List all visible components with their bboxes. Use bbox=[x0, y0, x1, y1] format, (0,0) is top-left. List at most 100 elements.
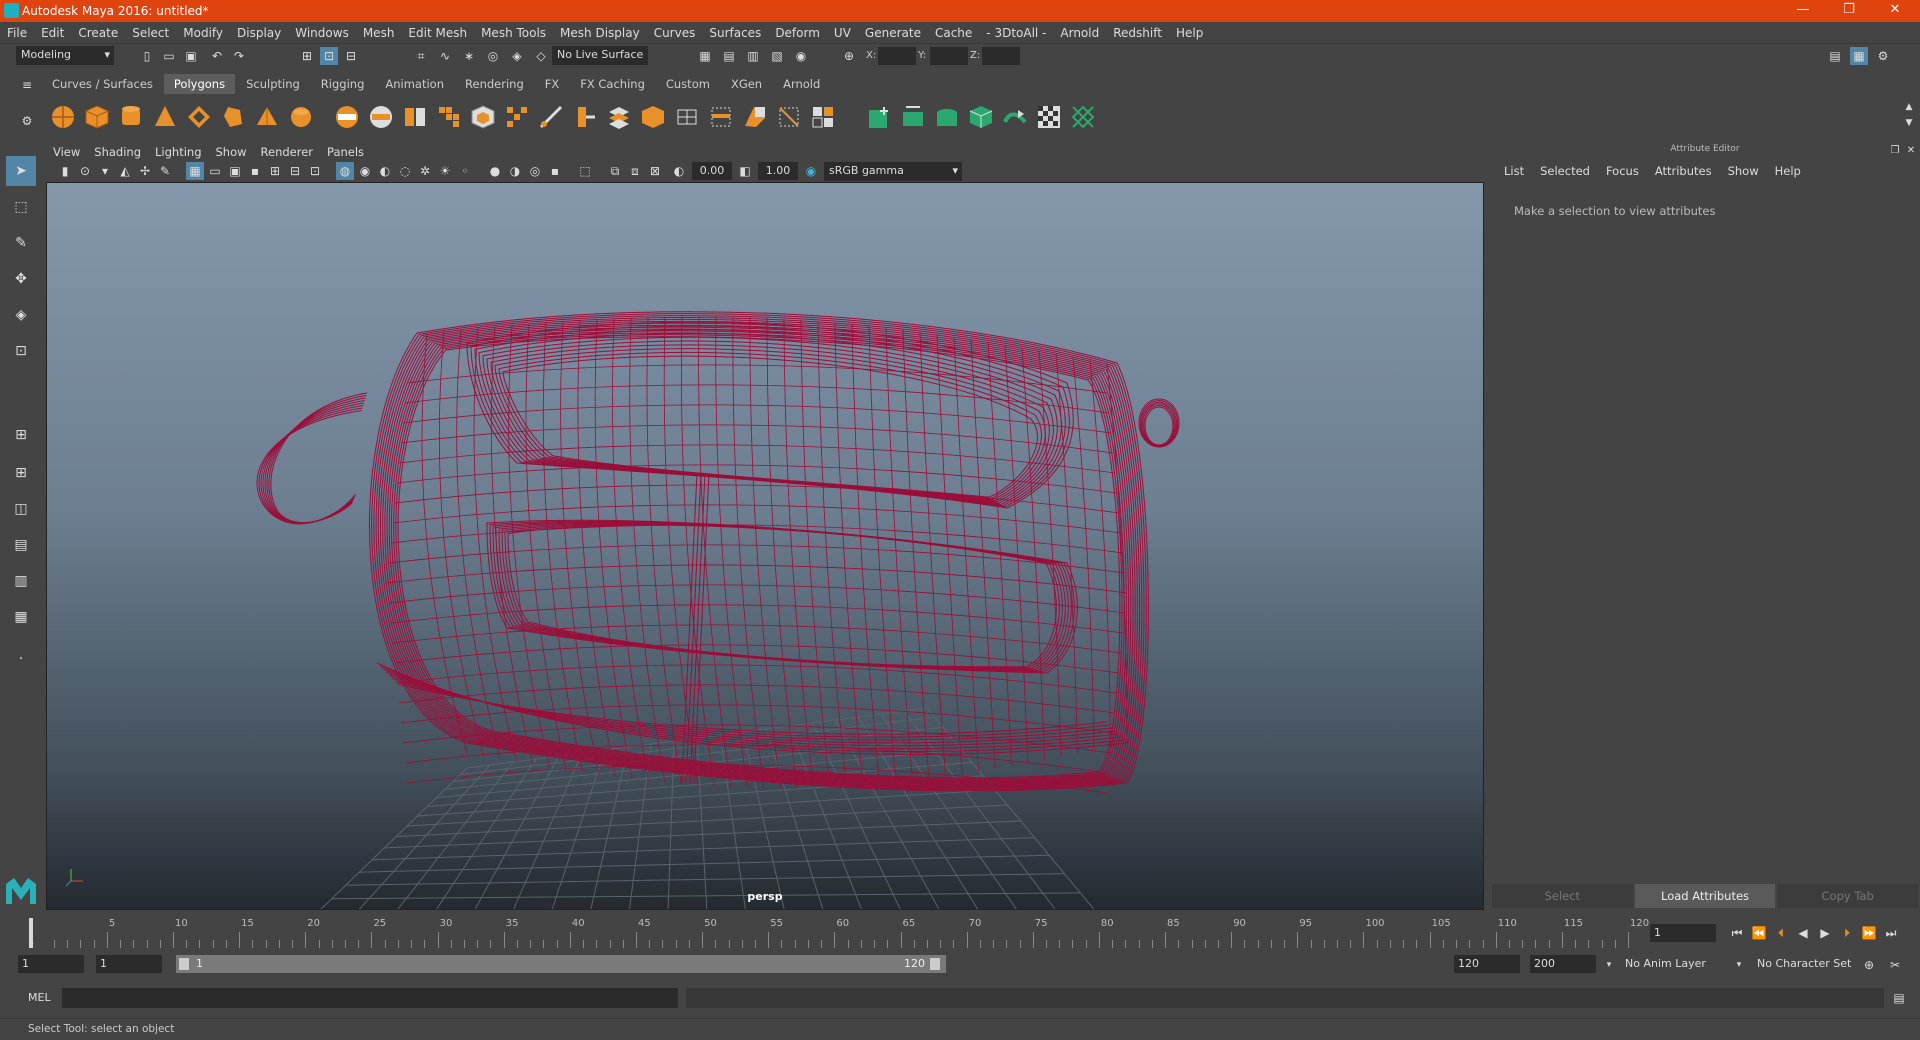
ae-menu-selected[interactable]: Selected bbox=[1532, 164, 1598, 178]
safe-action-icon[interactable]: ⊟ bbox=[286, 162, 304, 180]
poly-cylinder-icon[interactable] bbox=[118, 104, 144, 130]
film-gate-icon[interactable]: ▭ bbox=[206, 162, 224, 180]
anim-prefs-icon[interactable]: ✂ bbox=[1886, 956, 1904, 974]
save-scene-icon[interactable]: ▣ bbox=[182, 47, 200, 65]
current-frame-field[interactable]: 1 bbox=[1650, 924, 1716, 942]
lasso-tool-icon[interactable]: ⬚ bbox=[6, 192, 36, 222]
booleans-icon[interactable] bbox=[742, 104, 768, 130]
range-slider[interactable]: 1 120 bbox=[176, 955, 946, 973]
gamma-icon[interactable]: ◧ bbox=[736, 162, 754, 180]
wireframe-icon[interactable]: ◍ bbox=[336, 162, 354, 180]
menu-redshift[interactable]: Redshift bbox=[1106, 26, 1169, 40]
time-slider[interactable]: 5 10 15 20 25 30 35 40 45 50 55 60 65 70 75 80 85 90 95 100… bbox=[24, 918, 1649, 948]
grid-toggle-icon[interactable]: ▦ bbox=[186, 162, 204, 180]
poly-pipe-icon[interactable] bbox=[288, 104, 314, 130]
vp-menu-shading[interactable]: Shading bbox=[87, 144, 148, 160]
extract-icon[interactable] bbox=[402, 104, 428, 130]
tab-sculpting[interactable]: Sculpting bbox=[236, 74, 310, 94]
vp-menu-renderer[interactable]: Renderer bbox=[254, 144, 321, 160]
rotate-tool-icon[interactable]: ◈ bbox=[6, 300, 36, 330]
range-end-handle[interactable] bbox=[930, 958, 940, 970]
xray-active-icon[interactable]: ⧈ bbox=[626, 162, 644, 180]
smooth-icon[interactable] bbox=[436, 104, 462, 130]
move-tool-icon[interactable]: ✥ bbox=[6, 264, 36, 294]
scale-tool-icon[interactable]: ⊡ bbox=[6, 336, 36, 366]
xray-icon[interactable]: ◌ bbox=[396, 162, 414, 180]
step-back-frame-icon[interactable]: ⏴ bbox=[1772, 924, 1790, 942]
shelf-scroll-down-icon[interactable]: ▼ bbox=[1900, 114, 1918, 132]
select-hierarchy-icon[interactable]: ⊞ bbox=[298, 47, 316, 65]
script-language-label[interactable]: MEL bbox=[28, 991, 51, 1004]
open-scene-icon[interactable]: ▭ bbox=[160, 47, 178, 65]
menu-help[interactable]: Help bbox=[1169, 26, 1210, 40]
camera-attr-icon[interactable]: ⊙ bbox=[76, 162, 94, 180]
menu-arnold[interactable]: Arnold bbox=[1053, 26, 1106, 40]
tab-fx[interactable]: FX bbox=[534, 74, 570, 94]
triangulate-icon[interactable] bbox=[776, 104, 802, 130]
snap-surface-icon[interactable]: ◈ bbox=[508, 47, 526, 65]
menu-edit[interactable]: Edit bbox=[34, 26, 71, 40]
menu-deform[interactable]: Deform bbox=[768, 26, 827, 40]
color-management-icon[interactable]: ◉ bbox=[802, 162, 820, 180]
render-settings-icon[interactable]: ▧ bbox=[768, 47, 786, 65]
wireframe-on-shaded-icon[interactable]: ◐ bbox=[376, 162, 394, 180]
camera-select-icon[interactable]: ▮ bbox=[56, 162, 74, 180]
play-forwards-icon[interactable]: ▶ bbox=[1816, 924, 1834, 942]
poly-cone-icon[interactable] bbox=[152, 104, 178, 130]
field-chart-icon[interactable]: ⊞ bbox=[266, 162, 284, 180]
end-time-field[interactable]: 200 bbox=[1530, 955, 1596, 973]
vp-menu-lighting[interactable]: Lighting bbox=[148, 144, 208, 160]
shelf-settings-icon[interactable]: ⚙ bbox=[18, 112, 36, 130]
poly-pyramid-icon[interactable] bbox=[254, 104, 280, 130]
shelf-menu-icon[interactable]: ≡ bbox=[18, 76, 36, 94]
gate-mask-icon[interactable]: ▪ bbox=[246, 162, 264, 180]
shadows-icon[interactable]: ◦ bbox=[456, 162, 474, 180]
live-surface-icon[interactable]: ◇ bbox=[532, 47, 550, 65]
copy-tab-button[interactable]: Copy Tab bbox=[1777, 884, 1919, 908]
combine-icon[interactable] bbox=[334, 104, 360, 130]
render-view-icon[interactable]: ▦ bbox=[696, 47, 714, 65]
smooth-shade-icon[interactable]: ◉ bbox=[356, 162, 374, 180]
ae-menu-show[interactable]: Show bbox=[1720, 164, 1767, 178]
exposure-icon[interactable]: ◐ bbox=[670, 162, 688, 180]
uv-layout-icon[interactable] bbox=[1070, 104, 1096, 130]
menu-mesh-tools[interactable]: Mesh Tools bbox=[474, 26, 553, 40]
z-field[interactable] bbox=[982, 47, 1020, 65]
append-polygon-icon[interactable] bbox=[606, 104, 632, 130]
bevel-icon[interactable] bbox=[470, 104, 496, 130]
select-tool-icon[interactable]: ➤ bbox=[6, 156, 36, 186]
render-frame-icon[interactable]: ▤ bbox=[720, 47, 738, 65]
vp-menu-view[interactable]: View bbox=[46, 144, 87, 160]
menu-uv[interactable]: UV bbox=[827, 26, 858, 40]
persp-outliner-layout-icon[interactable]: ▥ bbox=[6, 566, 36, 596]
extrude-icon[interactable] bbox=[572, 104, 598, 130]
step-back-key-icon[interactable]: ⏪ bbox=[1750, 924, 1768, 942]
current-time-marker[interactable] bbox=[29, 918, 33, 948]
grease-pencil-icon[interactable]: ✎ bbox=[156, 162, 174, 180]
minimize-icon[interactable]: — bbox=[1780, 0, 1826, 22]
uv-cylindrical-icon[interactable] bbox=[900, 104, 926, 130]
ae-menu-focus[interactable]: Focus bbox=[1598, 164, 1647, 178]
2d-pan-zoom-icon[interactable]: ✢ bbox=[136, 162, 154, 180]
load-attributes-button[interactable]: Load Attributes bbox=[1634, 884, 1776, 908]
ae-menu-attributes[interactable]: Attributes bbox=[1647, 164, 1720, 178]
poly-cube-icon[interactable] bbox=[84, 104, 110, 130]
modeling-toolkit-icon[interactable]: ▤ bbox=[1826, 47, 1844, 65]
image-plane-icon[interactable]: ◭ bbox=[116, 162, 134, 180]
uv-checker-icon[interactable] bbox=[1036, 104, 1062, 130]
select-object-icon[interactable]: ⊡ bbox=[320, 47, 338, 65]
play-backwards-icon[interactable]: ◀ bbox=[1794, 924, 1812, 942]
select-button[interactable]: Select bbox=[1492, 884, 1633, 908]
menu-3dtoall[interactable]: - 3DtoAll - bbox=[979, 26, 1053, 40]
tab-fx-caching[interactable]: FX Caching bbox=[570, 74, 655, 94]
transform-mode-icon[interactable]: ⊕ bbox=[840, 47, 858, 65]
go-to-start-icon[interactable]: ⏮ bbox=[1728, 924, 1746, 942]
hypershade-layout-icon[interactable]: ▦ bbox=[6, 602, 36, 632]
tab-rendering[interactable]: Rendering bbox=[455, 74, 534, 94]
multi-cut-icon[interactable] bbox=[538, 104, 564, 130]
screen-space-ao-icon[interactable]: ● bbox=[486, 162, 504, 180]
y-field[interactable] bbox=[930, 47, 968, 65]
menu-windows[interactable]: Windows bbox=[288, 26, 356, 40]
mirror-icon[interactable] bbox=[708, 104, 734, 130]
new-scene-icon[interactable]: ▯ bbox=[138, 47, 156, 65]
